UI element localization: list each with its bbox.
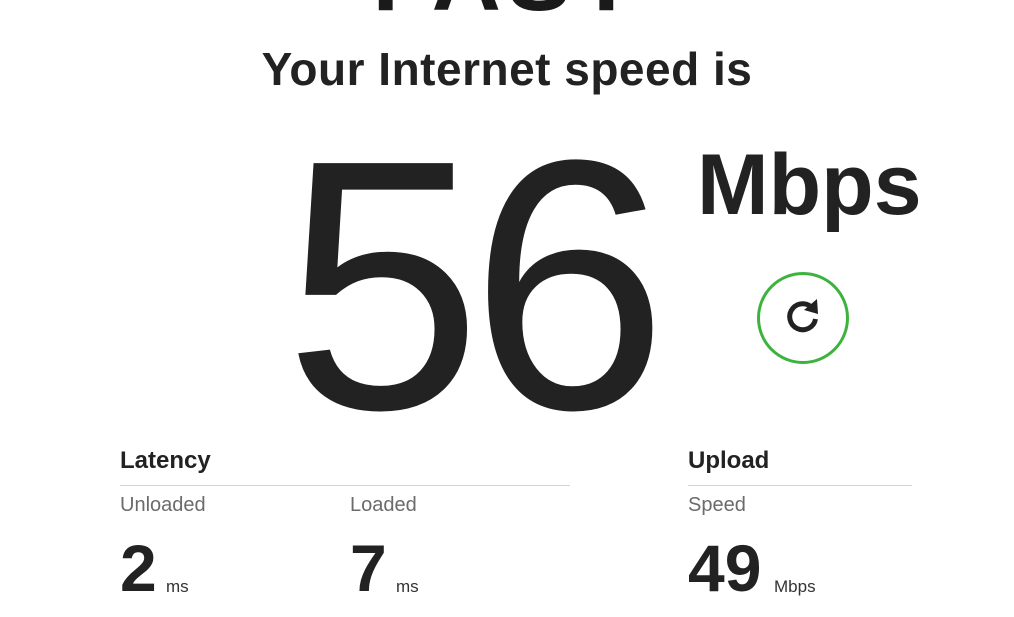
loaded-latency-value: 7 [350, 531, 387, 605]
upload-divider [688, 485, 912, 486]
refresh-button[interactable] [757, 272, 849, 364]
upload-speed-value: 49 [688, 531, 762, 605]
unloaded-latency-value: 2 [120, 531, 157, 605]
fast-logo: FAST [0, 0, 1014, 12]
download-speed-unit: Mbps [697, 137, 922, 233]
loaded-latency-unit: ms [396, 577, 419, 596]
latency-title: Latency [120, 447, 211, 474]
speed-test-page: FAST Your Internet speed is 56 Mbps Late… [0, 0, 1014, 617]
upload-title: Upload [688, 447, 770, 474]
latency-divider [120, 485, 570, 486]
download-speed-value: 56 [284, 87, 668, 484]
upload-speed-label: Speed [688, 494, 746, 516]
refresh-icon [780, 293, 826, 344]
upload-speed-unit: Mbps [774, 577, 816, 596]
unloaded-latency-label: Unloaded [120, 494, 206, 516]
unloaded-latency-unit: ms [166, 577, 189, 596]
loaded-latency-label: Loaded [350, 494, 417, 516]
